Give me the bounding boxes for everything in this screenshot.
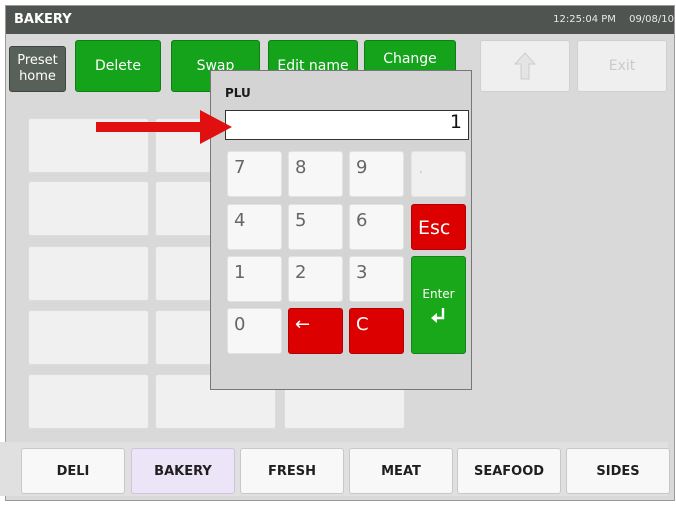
window-title: BAKERY	[14, 12, 72, 27]
key-6[interactable]: 6	[349, 204, 404, 250]
item-slot[interactable]	[28, 181, 149, 236]
enter-key[interactable]: Enter	[411, 256, 466, 354]
item-slot[interactable]	[28, 374, 149, 429]
item-slot[interactable]	[28, 310, 149, 365]
key-2[interactable]: 2	[288, 256, 343, 302]
exit-button[interactable]: Exit	[577, 40, 667, 92]
plu-dialog: PLU 1 7 8 9 . 4 5 6 Esc 1 2 3 Enter 0 ← …	[210, 70, 472, 390]
escape-key[interactable]: Esc	[411, 204, 466, 250]
preset-home-button[interactable]: Preset home	[9, 46, 66, 92]
delete-button[interactable]: Delete	[75, 40, 161, 92]
key-0[interactable]: 0	[227, 308, 282, 354]
category-meat[interactable]: MEAT	[349, 448, 453, 494]
key-5[interactable]: 5	[288, 204, 343, 250]
up-button[interactable]	[480, 40, 570, 92]
clock-date: 09/08/10	[629, 14, 674, 25]
key-8[interactable]: 8	[288, 151, 343, 197]
category-fresh[interactable]: FRESH	[240, 448, 344, 494]
plu-input[interactable]: 1	[225, 110, 469, 140]
key-1[interactable]: 1	[227, 256, 282, 302]
key-9[interactable]: 9	[349, 151, 404, 197]
item-slot[interactable]	[28, 246, 149, 301]
clear-key[interactable]: C	[349, 308, 404, 354]
up-arrow-icon	[514, 52, 536, 80]
clock: 12:25:04 PM 09/08/10	[543, 14, 674, 25]
enter-label: Enter	[422, 287, 455, 301]
clock-time: 12:25:04 PM	[553, 14, 616, 25]
category-bakery[interactable]: BAKERY	[131, 448, 235, 494]
annotation-arrow-icon	[96, 110, 232, 144]
key-4[interactable]: 4	[227, 204, 282, 250]
key-7[interactable]: 7	[227, 151, 282, 197]
category-sides[interactable]: SIDES	[566, 448, 670, 494]
key-decimal[interactable]: .	[411, 151, 466, 197]
category-deli[interactable]: DELI	[21, 448, 125, 494]
plu-label: PLU	[225, 86, 251, 100]
title-bar: BAKERY 12:25:04 PM 09/08/10	[6, 6, 674, 34]
backspace-key[interactable]: ←	[288, 308, 343, 354]
enter-icon	[430, 308, 444, 323]
key-3[interactable]: 3	[349, 256, 404, 302]
category-seafood[interactable]: SEAFOOD	[457, 448, 561, 494]
